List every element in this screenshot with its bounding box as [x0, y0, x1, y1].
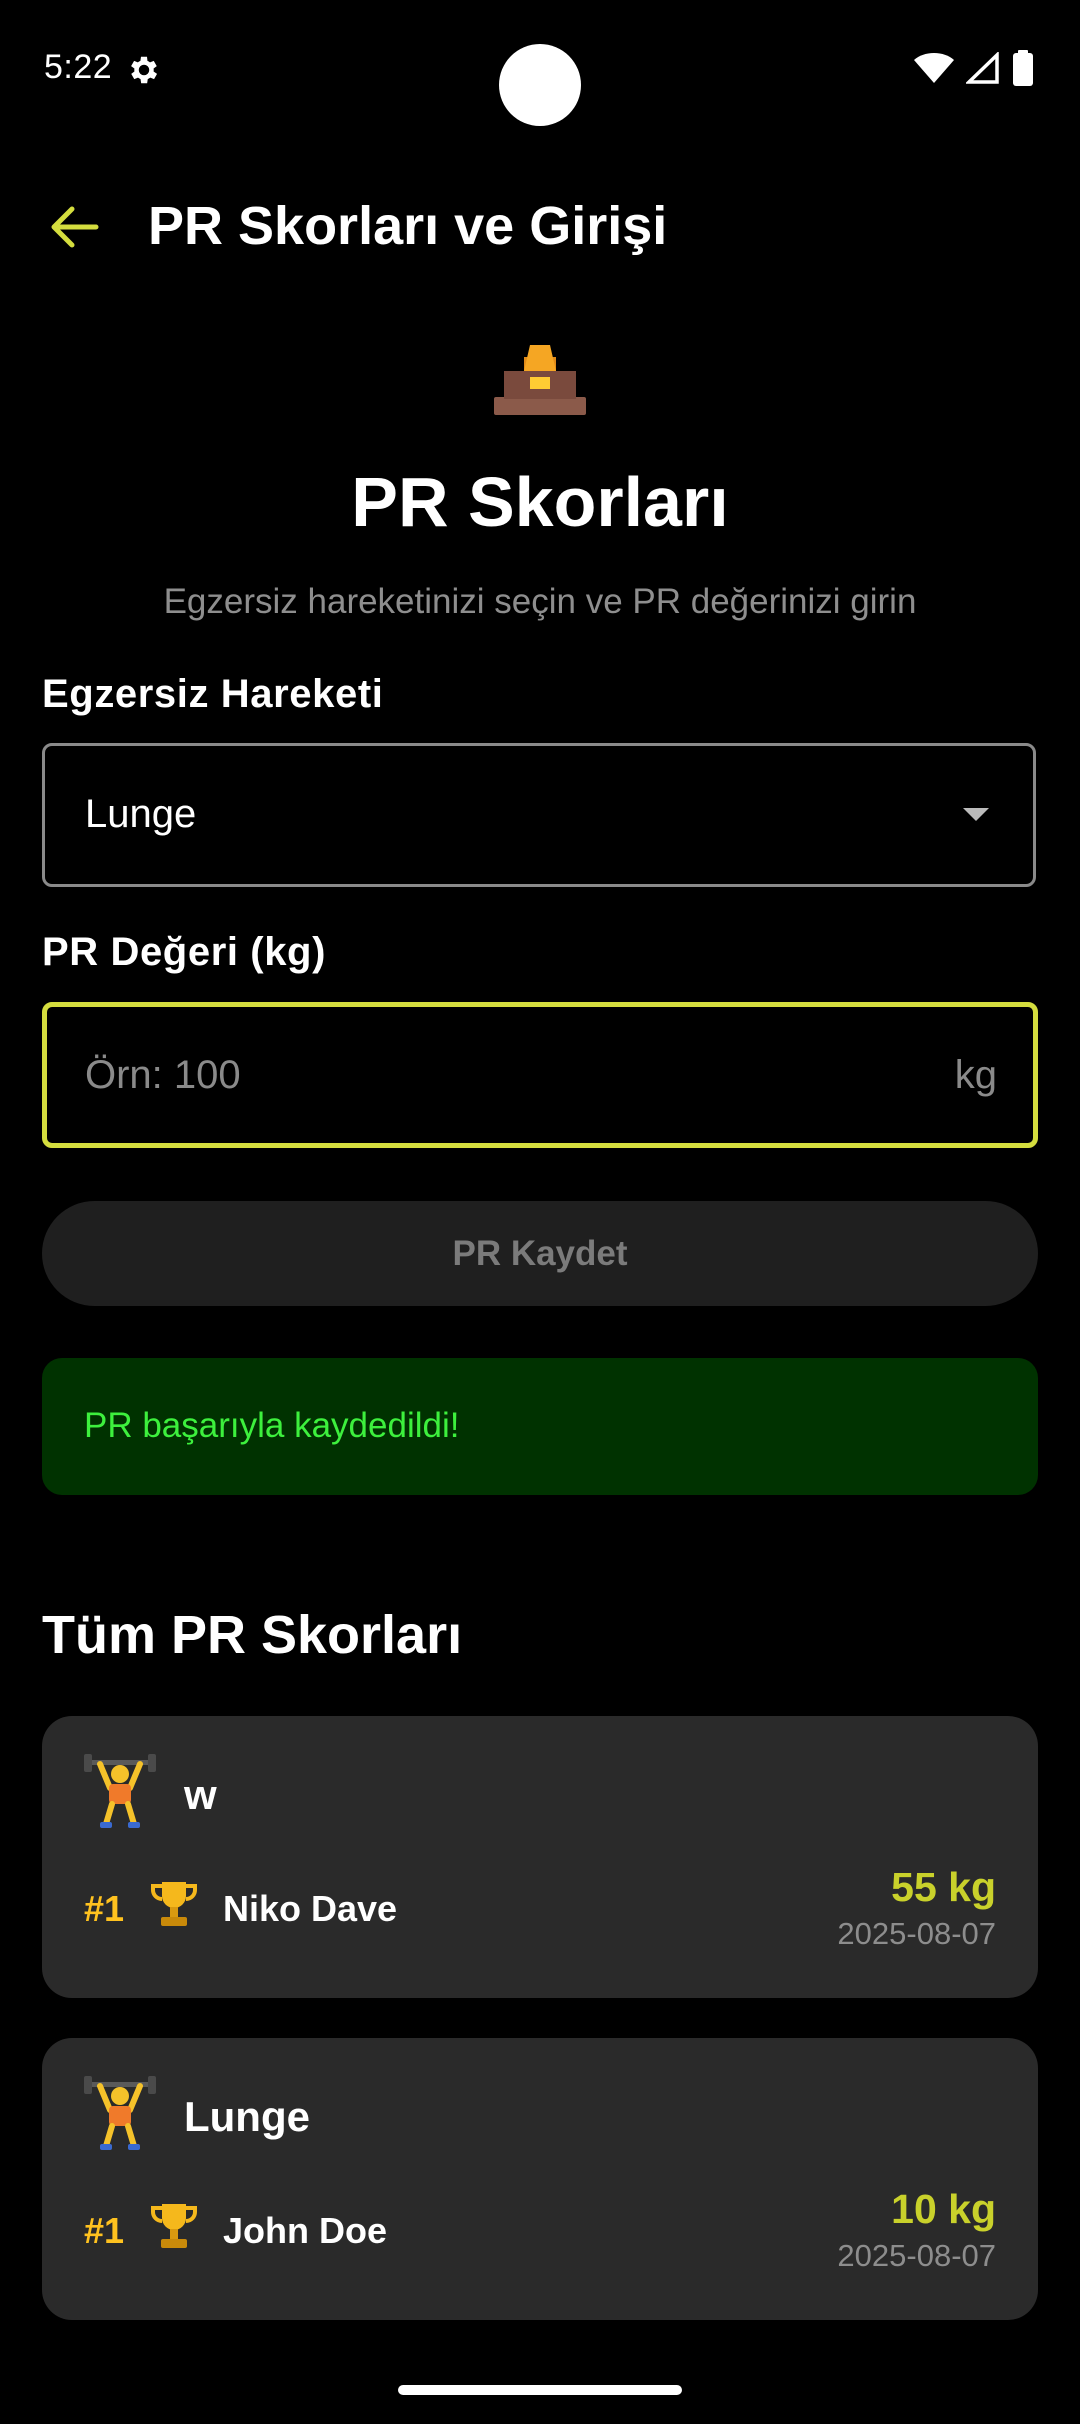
battery-icon — [1013, 50, 1033, 86]
podium-icon — [494, 345, 586, 415]
back-arrow-icon — [51, 206, 99, 248]
pr-date: 2025-08-07 — [837, 1916, 996, 1951]
status-bar: 5:22 — [0, 0, 1080, 140]
pr-athlete-name: Niko Dave — [223, 1888, 398, 1929]
signal-icon — [966, 52, 999, 84]
pr-exercise-name: Lunge — [184, 2093, 310, 2140]
app-bar: PR Skorları ve Girişi — [0, 175, 1080, 275]
screen: 5:22 PR Skorları ve Girişi PR Skorları E… — [0, 0, 1080, 2424]
pr-value-input[interactable] — [85, 1047, 905, 1103]
weightlifter-icon — [84, 2076, 156, 2150]
exercise-field-label: Egzersiz Hareketi — [42, 672, 384, 716]
save-pr-button[interactable]: PR Kaydet — [42, 1201, 1038, 1306]
pr-athlete-name: John Doe — [223, 2210, 388, 2251]
pr-unit-suffix: kg — [954, 1053, 997, 1097]
pr-record-card[interactable]: Lunge #1 John Doe 10 kg 2025-08-07 — [42, 2038, 1038, 2320]
pr-field-label: PR Değeri (kg) — [42, 930, 327, 974]
status-icons — [914, 50, 1034, 86]
pr-value: 55 kg — [891, 1864, 996, 1910]
pr-value: 10 kg — [891, 2186, 996, 2232]
trophy-icon — [151, 1882, 197, 1926]
pr-exercise-name: w — [184, 1771, 217, 1818]
success-banner: PR başarıyla kaydedildi! — [42, 1358, 1038, 1495]
camera-cutout — [499, 44, 581, 126]
chevron-down-icon — [963, 808, 989, 821]
trophy-icon — [151, 2204, 197, 2248]
records-section-title: Tüm PR Skorları — [42, 1605, 463, 1665]
app-bar-title: PR Skorları ve Girişi — [148, 196, 668, 256]
status-time: 5:22 — [44, 48, 113, 86]
page-title: PR Skorları — [351, 463, 729, 541]
pr-record-card[interactable]: w #1 Niko Dave 55 kg 2025-08-07 — [42, 1716, 1038, 1998]
back-button[interactable] — [38, 197, 110, 257]
pr-rank: #1 — [84, 2210, 125, 2251]
page-subtitle: Egzersiz hareketinizi seçin ve PR değeri… — [163, 582, 917, 621]
pr-value-field: kg — [42, 1002, 1038, 1148]
wifi-icon — [914, 53, 954, 83]
home-indicator[interactable] — [398, 2385, 682, 2395]
success-message: PR başarıyla kaydedildi! — [84, 1406, 460, 1445]
pr-date: 2025-08-07 — [837, 2238, 996, 2273]
exercise-dropdown[interactable]: Lunge — [42, 743, 1036, 887]
gear-icon — [131, 56, 158, 84]
pr-rank: #1 — [84, 1888, 125, 1929]
exercise-dropdown-value: Lunge — [85, 792, 197, 836]
weightlifter-icon — [84, 1754, 156, 1828]
